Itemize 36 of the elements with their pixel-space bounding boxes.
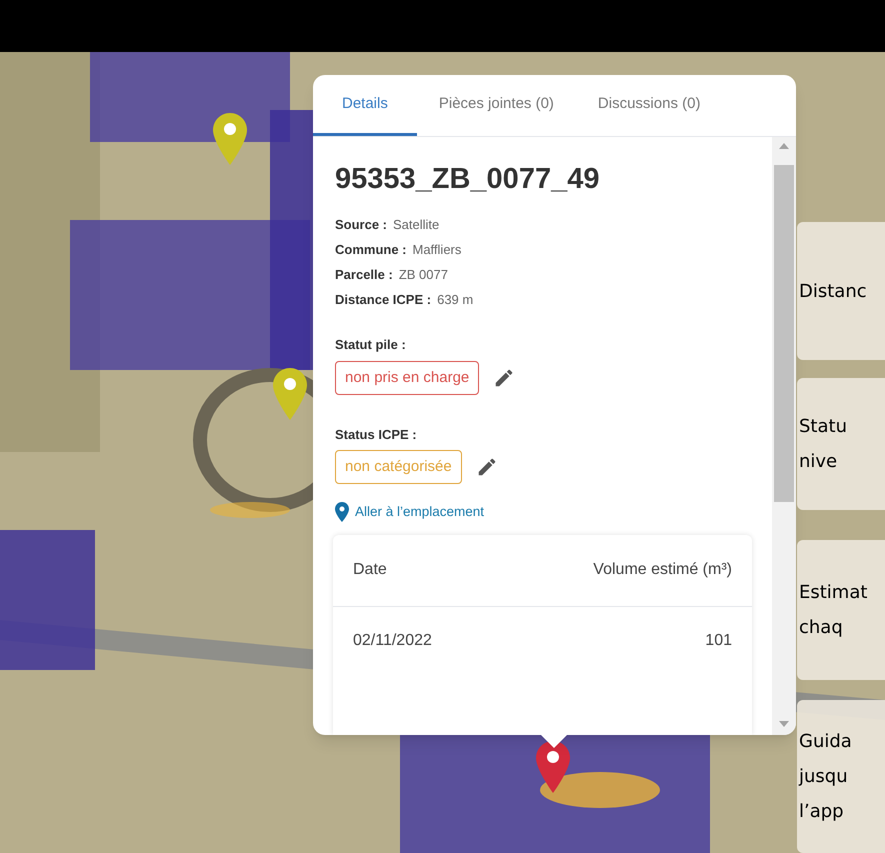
callout-text: Guida — [799, 730, 852, 754]
column-header: Date — [353, 560, 387, 580]
callout-text: jusqu — [799, 765, 848, 789]
scrollbar[interactable] — [772, 137, 796, 735]
map-marker-icon[interactable] — [213, 113, 247, 165]
table-cell-text: 02/11/2022 — [353, 630, 432, 650]
tab[interactable]: Discussions (0) — [576, 75, 722, 136]
status-tag: non catégorisée — [335, 450, 462, 484]
map-marker-icon[interactable] — [536, 741, 570, 793]
edit-pencil-icon[interactable] — [493, 366, 516, 389]
record-title: 95353_ZB_0077_49 — [335, 162, 600, 197]
callout-text: Distanc — [799, 280, 867, 304]
status-tag: non pris en charge — [335, 360, 480, 395]
field-label: Source : — [335, 216, 388, 234]
status-label: Statut pile : — [335, 336, 406, 354]
field-label: Parcelle : — [335, 266, 393, 284]
scrollbar-thumb[interactable] — [774, 165, 794, 502]
callout-text: Estimat — [799, 581, 868, 605]
callout-text: nive — [799, 450, 838, 474]
status-label: Status ICPE : — [335, 426, 417, 444]
field-value: ZB 0077 — [398, 266, 448, 284]
tab[interactable]: Pièces jointes (0) — [416, 75, 576, 136]
field-value: 639 m — [437, 291, 474, 310]
callout-text: l’app — [799, 800, 844, 824]
field-value: Satellite — [393, 216, 440, 234]
field-label: Commune : — [335, 241, 406, 260]
tab[interactable]: Details — [313, 75, 417, 136]
column-header: Volume estimé (m³) — [593, 560, 732, 580]
map-marker-icon[interactable] — [273, 368, 307, 420]
callout-text: chaq — [799, 616, 843, 640]
table-cell-text: 101 — [705, 630, 732, 650]
field-label: Distance ICPE : — [335, 291, 432, 310]
callout-text: Statu — [799, 415, 847, 439]
field-value: Maffliers — [412, 241, 462, 260]
location-pin-icon — [335, 502, 349, 522]
go-to-location-link[interactable]: Aller à l’emplacement — [355, 502, 484, 522]
